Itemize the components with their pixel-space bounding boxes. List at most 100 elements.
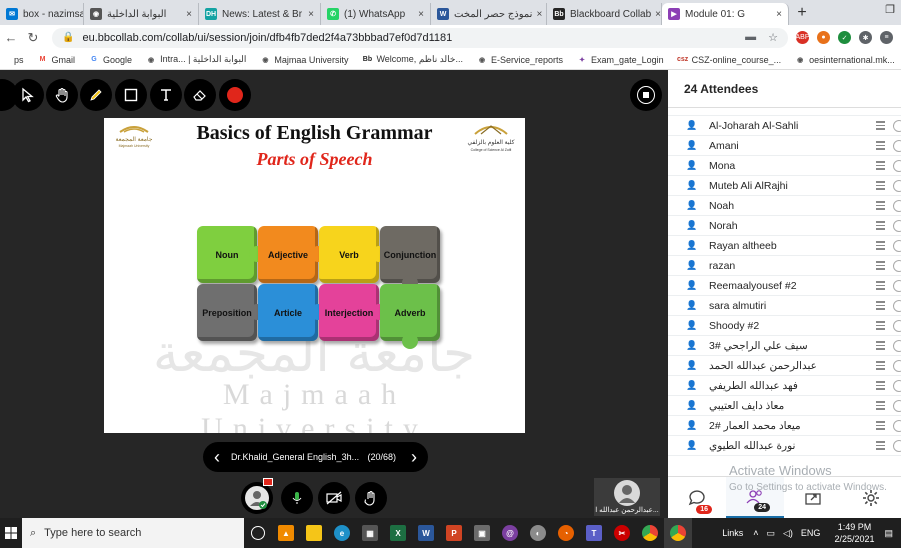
browser-tab[interactable]: ✆ (1) WhatsApp × xyxy=(321,3,431,25)
attendee-menu-icon[interactable] xyxy=(876,181,885,190)
rectangle-shape-icon[interactable] xyxy=(115,79,147,111)
next-slide-icon[interactable]: › xyxy=(400,447,428,468)
task-view-icon[interactable] xyxy=(244,518,272,548)
attendee-menu-icon[interactable] xyxy=(876,201,885,210)
attendee-row[interactable]: 👤 ميعاد محمد العمار #2 xyxy=(668,416,901,436)
teams-icon[interactable]: T xyxy=(580,518,608,548)
attendee-row[interactable]: 👤 Muteb Ali AlRajhi xyxy=(668,176,901,196)
attendee-row[interactable]: 👤 Rayan altheeb xyxy=(668,236,901,256)
vlc-icon[interactable]: ▲ xyxy=(272,518,300,548)
word-icon[interactable]: W xyxy=(412,518,440,548)
snip-icon[interactable]: ✂ xyxy=(608,518,636,548)
cast-icon[interactable]: ▬ xyxy=(745,31,756,44)
links-toolbar[interactable]: Links xyxy=(722,528,743,538)
bookmark-item[interactable]: ✦ Exam_gate_Login xyxy=(577,55,664,65)
raise-hand-icon[interactable] xyxy=(355,482,387,514)
bookmark-item[interactable]: ◉ Intra... | البوابة الداخلية xyxy=(146,54,246,65)
app-swirl-icon[interactable]: @ xyxy=(496,518,524,548)
attendee-menu-icon[interactable] xyxy=(876,301,885,310)
browser-tab[interactable]: W نموذج حصر المخت × xyxy=(431,3,547,25)
firefox-icon[interactable]: ◔ xyxy=(552,518,580,548)
excel-icon[interactable]: X xyxy=(384,518,412,548)
start-button[interactable] xyxy=(0,527,22,539)
participant-video-tile[interactable]: عبدالرحمن عبدالله ا... xyxy=(594,478,660,516)
attendee-row[interactable]: 👤 Mona xyxy=(668,156,901,176)
extensions-puzzle-icon[interactable]: ✱ xyxy=(859,31,872,44)
close-tab-icon[interactable]: × xyxy=(532,9,542,20)
attendee-row[interactable]: 👤 Al-Joharah Al-Sahli xyxy=(668,116,901,136)
attendee-row[interactable]: 👤 عبدالرحمن عبدالله الحمد xyxy=(668,356,901,376)
attendee-row[interactable]: 👤 فهد عبدالله الطريفي xyxy=(668,376,901,396)
attendee-menu-icon[interactable] xyxy=(876,261,885,270)
attendee-menu-icon[interactable] xyxy=(876,421,885,430)
photos-icon[interactable]: ▣ xyxy=(468,518,496,548)
attendee-row[interactable]: 👤 نورة عبدالله الطيوي xyxy=(668,436,901,456)
network-icon[interactable]: ▭ xyxy=(766,528,775,539)
bookmark-item[interactable]: csz CSZ-online_course_... xyxy=(677,55,781,65)
browser-tab[interactable]: Bb Blackboard Collab × xyxy=(547,3,662,25)
close-tab-icon[interactable]: × xyxy=(772,9,782,20)
color-picker-red-icon[interactable] xyxy=(219,79,251,111)
browser-tab[interactable]: ◉ البوابة الداخلية × xyxy=(84,3,199,25)
camera-off-icon[interactable] xyxy=(318,482,350,514)
attendee-menu-icon[interactable] xyxy=(876,241,885,250)
attendees-button[interactable]: 24 xyxy=(726,477,784,518)
attendee-row[interactable]: 👤 razan xyxy=(668,256,901,276)
volume-icon[interactable]: ◁) xyxy=(783,528,793,539)
attendee-row[interactable]: 👤 سيف علي الراجحي #3 xyxy=(668,336,901,356)
attendee-menu-icon[interactable] xyxy=(876,141,885,150)
my-status-avatar[interactable] xyxy=(241,478,273,514)
text-tool-icon[interactable] xyxy=(150,79,182,111)
attendee-menu-icon[interactable] xyxy=(876,281,885,290)
calculator-icon[interactable]: ▦ xyxy=(356,518,384,548)
attendee-row[interactable]: 👤 sara almutiri xyxy=(668,296,901,316)
bookmark-item[interactable]: ps xyxy=(0,55,24,65)
attendee-menu-icon[interactable] xyxy=(876,381,885,390)
attendee-row[interactable]: 👤 Reemaalyousef #2 xyxy=(668,276,901,296)
restore-window-icon[interactable]: ❐ xyxy=(885,3,895,16)
url-field[interactable]: 🔒 eu.bbcollab.com/collab/ui/session/join… xyxy=(52,27,788,48)
hand-pan-icon[interactable] xyxy=(46,79,78,111)
attendee-menu-icon[interactable] xyxy=(876,221,885,230)
bookmark-item[interactable]: ◉ E-Service_reports xyxy=(477,55,563,65)
attendee-menu-icon[interactable] xyxy=(876,161,885,170)
extension-orange-icon[interactable]: ● xyxy=(817,31,830,44)
attendee-menu-icon[interactable] xyxy=(876,401,885,410)
browser-tab[interactable]: DH News: Latest & Br × xyxy=(199,3,321,25)
bookmark-item[interactable]: ◉ oesinternational.mk... xyxy=(795,55,895,65)
reload-icon[interactable]: ↻ xyxy=(22,30,44,46)
shield-icon[interactable]: ✓ xyxy=(838,31,851,44)
file-explorer-icon[interactable] xyxy=(300,518,328,548)
browser-tab[interactable]: ✉box - nazimsatt× xyxy=(0,3,84,25)
stop-share-icon[interactable] xyxy=(630,79,662,111)
attendee-row[interactable]: 👤 معاذ دايف العتيبي xyxy=(668,396,901,416)
bookmark-star-icon[interactable]: ☆ xyxy=(768,31,778,44)
browser-tab[interactable]: ▶ Module 01: G × xyxy=(662,3,789,25)
new-tab-button[interactable]: + xyxy=(789,3,815,25)
adblock-icon[interactable]: ABP xyxy=(796,31,810,44)
bookmark-item[interactable]: Bb Welcome, خالد ناظم... xyxy=(362,54,463,65)
back-arrow-icon[interactable]: ← xyxy=(0,30,22,45)
attendee-menu-icon[interactable] xyxy=(876,321,885,330)
chrome-icon[interactable] xyxy=(636,518,664,548)
attendee-row[interactable]: 👤 Norah xyxy=(668,216,901,236)
attendee-menu-icon[interactable] xyxy=(876,361,885,370)
language-icon[interactable]: ENG xyxy=(801,528,821,538)
chat-button[interactable]: 16 xyxy=(668,477,726,518)
bookmark-item[interactable]: M Gmail xyxy=(38,55,75,65)
close-tab-icon[interactable]: × xyxy=(651,9,661,20)
close-tab-icon[interactable]: × xyxy=(414,9,424,20)
attendee-menu-icon[interactable] xyxy=(876,441,885,450)
attendee-row[interactable]: 👤 Noah xyxy=(668,196,901,216)
taskbar-search-box[interactable]: ⌕ Type here to search xyxy=(22,518,244,548)
bookmark-item[interactable]: ◉ Majmaa University xyxy=(260,55,348,65)
powerpoint-icon[interactable]: P xyxy=(440,518,468,548)
previous-slide-icon[interactable]: ‹ xyxy=(203,447,231,468)
clock[interactable]: 1:49 PM 2/25/2021 xyxy=(834,521,874,545)
bookmark-item[interactable]: G Google xyxy=(89,55,132,65)
chrome-active-icon[interactable] xyxy=(664,518,692,548)
reading-list-icon[interactable]: ≡ xyxy=(880,31,893,44)
edge-icon[interactable]: e xyxy=(328,518,356,548)
attendee-menu-icon[interactable] xyxy=(876,341,885,350)
microphone-icon[interactable] xyxy=(281,482,313,514)
